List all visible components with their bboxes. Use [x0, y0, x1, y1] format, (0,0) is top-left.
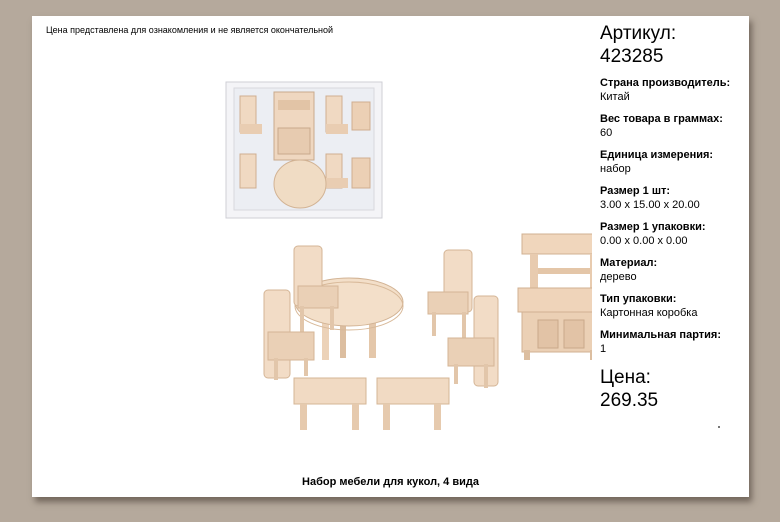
- article-label: Артикул:: [600, 23, 677, 44]
- chair-back-right: [427, 249, 473, 338]
- price-label: Цена:: [600, 367, 651, 388]
- bench-left: [293, 377, 367, 430]
- field-country: Страна производитель: Китай: [600, 77, 731, 103]
- field-material: Материал: дерево: [600, 257, 658, 283]
- price-block: Цена: 269.35: [600, 366, 745, 412]
- product-title: Набор мебели для кукол, 4 вида: [302, 476, 479, 488]
- field-unit: Единица измерения: набор: [600, 149, 714, 175]
- product-info-panel: Артикул: 423285 Страна производитель: Ки…: [600, 22, 745, 412]
- article-number: 423285: [600, 46, 664, 67]
- field-min-batch: Минимальная партия: 1: [600, 329, 721, 355]
- packaged-set: [225, 81, 383, 219]
- cupboard: [517, 233, 592, 360]
- field-item-size: Размер 1 шт: 3.00 x 15.00 x 20.00: [600, 185, 700, 211]
- field-package-size: Размер 1 упаковки: 0.00 x 0.00 x 0.00: [600, 221, 706, 247]
- product-card: Цена представлена для ознакомления и не …: [32, 16, 749, 497]
- bench-right: [376, 377, 450, 430]
- product-photo: [225, 81, 592, 430]
- decorative-dot: [718, 426, 720, 428]
- field-weight: Вес товара в граммах: 60: [600, 113, 723, 139]
- price-disclaimer: Цена представлена для ознакомления и не …: [46, 25, 334, 35]
- field-package-type: Тип упаковки: Картонная коробка: [600, 293, 698, 319]
- price-value: 269.35: [600, 390, 659, 411]
